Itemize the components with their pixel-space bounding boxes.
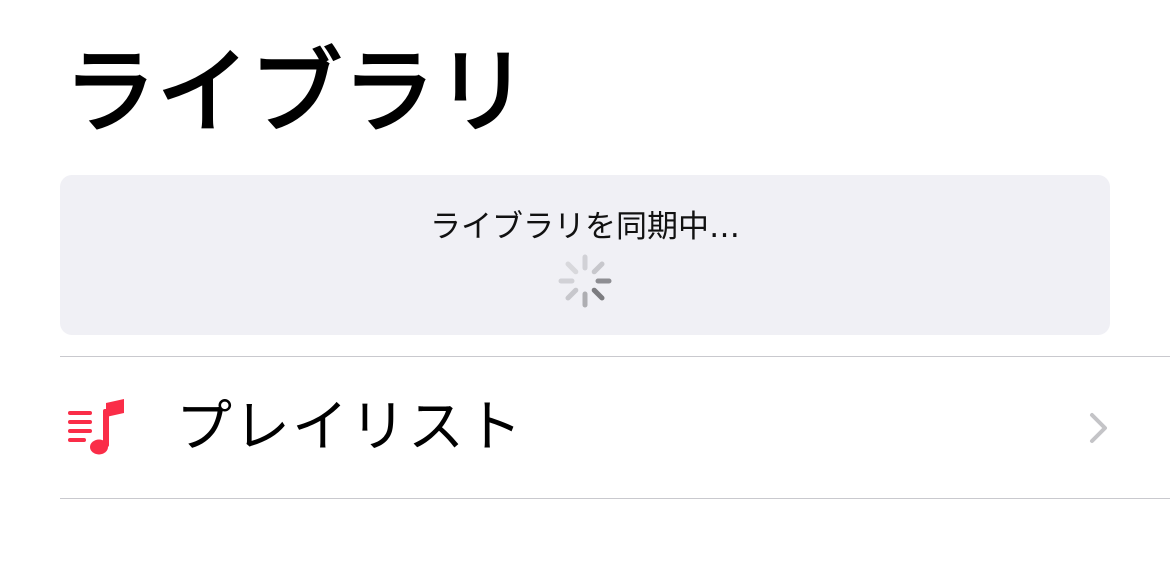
- activity-spinner-icon: [558, 254, 612, 308]
- library-screen: ライブラリ ライブラリを同期中… プレイリスト: [0, 0, 1170, 580]
- list-item-label: プレイリスト: [176, 395, 524, 460]
- sync-status-message: ライブラリを同期中…: [430, 209, 740, 245]
- chevron-right-icon: [1090, 413, 1107, 443]
- list-bottom-divider: [60, 498, 1170, 499]
- list-item-playlists[interactable]: プレイリスト: [60, 357, 1170, 499]
- sync-status-card: ライブラリを同期中…: [60, 175, 1110, 335]
- page-title: ライブラリ: [64, 39, 530, 146]
- playlist-icon: [68, 399, 124, 455]
